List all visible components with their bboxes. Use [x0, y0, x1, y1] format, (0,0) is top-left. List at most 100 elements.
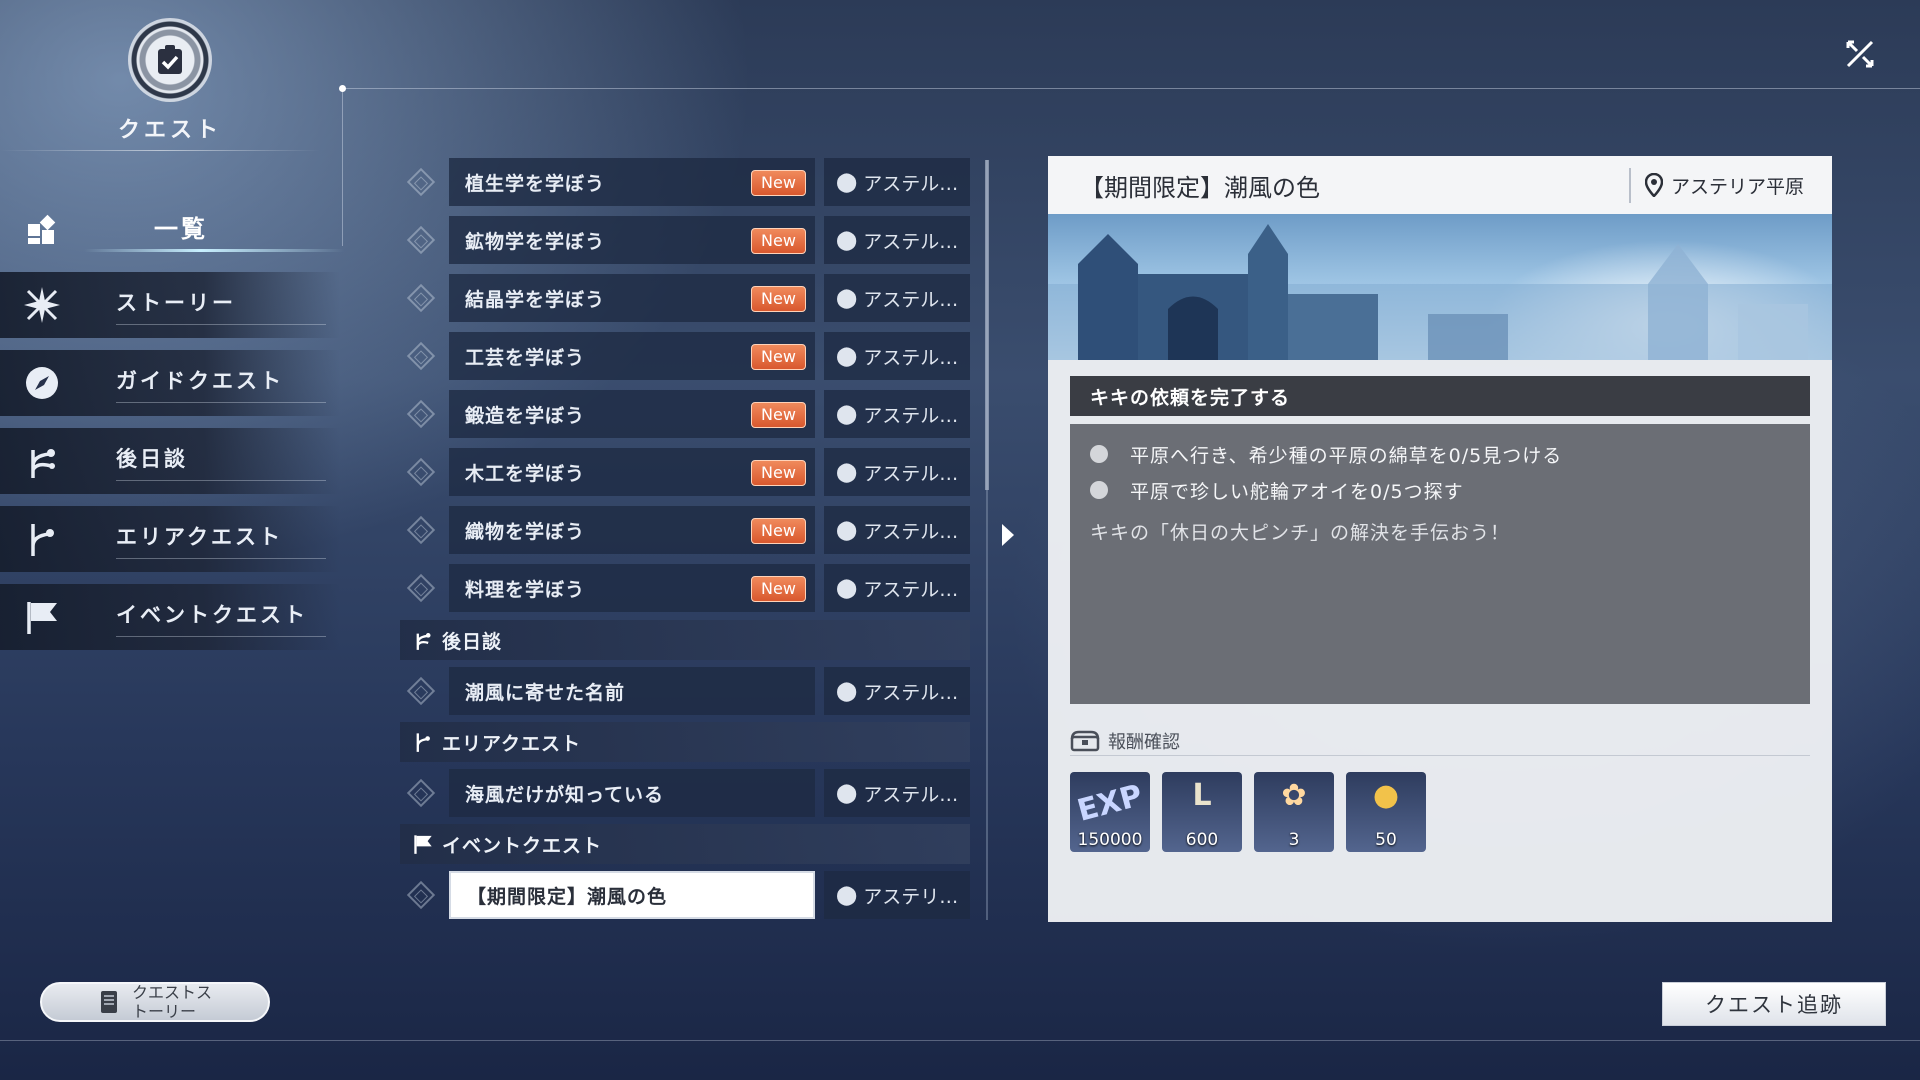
detail-location[interactable]: アステリア平原 — [1628, 167, 1832, 203]
sidebar-item-list[interactable]: 一覧 — [0, 196, 344, 262]
sidebar-item-label: イベントクエスト — [84, 599, 326, 637]
quest-location: アステル… — [863, 404, 959, 427]
close-icon — [1846, 40, 1874, 68]
branch-icon — [0, 442, 84, 480]
location-pin-icon — [1644, 173, 1663, 197]
quest-name: 結晶学を学ぼう — [465, 288, 606, 311]
quest-location: アステル… — [863, 681, 959, 704]
quest-name: 潮風に寄せた名前 — [465, 681, 626, 704]
close-button[interactable] — [1840, 34, 1880, 74]
location-pin-icon: ⬤ — [836, 229, 858, 251]
quest-marker-icon — [406, 573, 436, 603]
sidebar-item-story[interactable]: ストーリー — [0, 272, 340, 338]
frame-dot — [339, 85, 346, 92]
quest-marker-icon — [406, 225, 436, 255]
quest-location: アステリ… — [863, 885, 959, 908]
reward-item-gift[interactable]: ✿ 3 — [1254, 772, 1334, 852]
quest-track-button[interactable]: クエスト追跡 — [1662, 982, 1886, 1026]
reward-item-gold[interactable]: ● 50 — [1346, 772, 1426, 852]
quest-row[interactable]: 鉱物学を学ぼう New ⬤ アステル… — [403, 216, 970, 264]
exp-icon: EXP — [1073, 778, 1147, 829]
quest-row[interactable]: 結晶学を学ぼう New ⬤ アステル… — [403, 274, 970, 322]
coin-l-icon: L — [1192, 778, 1212, 813]
quest-row[interactable]: 海風だけが知っている ⬤ アステル… — [403, 769, 970, 817]
quest-row[interactable]: 工芸を学ぼう New ⬤ アステル… — [403, 332, 970, 380]
quest-row[interactable]: 織物を学ぼう New ⬤ アステル… — [403, 506, 970, 554]
treasure-chest-icon — [1070, 730, 1100, 751]
location-pin-icon: ⬤ — [836, 287, 858, 309]
location-pin-icon: ⬤ — [836, 680, 858, 702]
new-badge: New — [751, 402, 806, 428]
quest-emblem-icon — [128, 18, 212, 102]
quest-name: 工芸を学ぼう — [465, 346, 586, 369]
branch-flag-icon — [0, 520, 84, 558]
sidebar-item-label: 一覧 — [84, 209, 344, 252]
quest-row[interactable]: 料理を学ぼう New ⬤ アステル… — [403, 564, 970, 612]
expand-arrow-button[interactable] — [1000, 522, 1016, 552]
frame-line — [343, 88, 1920, 89]
scrollbar-thumb[interactable] — [985, 160, 989, 490]
frame-line-vertical — [342, 88, 343, 246]
quest-location: アステル… — [863, 230, 959, 253]
location-pin-icon: ⬤ — [836, 519, 858, 541]
gift-items-icon: ✿ — [1281, 778, 1307, 813]
new-badge: New — [751, 344, 806, 370]
new-badge: New — [751, 286, 806, 312]
quest-location: アステル… — [863, 578, 959, 601]
page-title: クエスト — [117, 118, 222, 143]
quest-marker-icon — [406, 880, 436, 910]
quest-row[interactable]: 植生学を学ぼう New ⬤ アステル… — [403, 158, 970, 206]
quest-row[interactable]: 潮風に寄せた名前 ⬤ アステル… — [403, 667, 970, 715]
quest-marker-icon — [406, 341, 436, 371]
rewards-header: 報酬確認 — [1070, 726, 1810, 756]
quest-name: 織物を学ぼう — [465, 520, 586, 543]
quest-name: 鍛造を学ぼう — [465, 404, 586, 427]
reward-item-exp[interactable]: EXP 150000 — [1070, 772, 1150, 852]
detail-header: 【期間限定】潮風の色 アステリア平原 — [1048, 156, 1832, 214]
category-epilogue: 後日談 — [400, 620, 970, 660]
quest-row-selected[interactable]: 【期間限定】潮風の色 ⬤ アステリ… — [403, 871, 970, 919]
new-badge: New — [751, 576, 806, 602]
reward-quantity: 150000 — [1077, 830, 1143, 850]
starburst-icon — [0, 285, 84, 325]
quest-marker-icon — [406, 515, 436, 545]
objective-item: 平原で珍しい舵輪アオイを0/5つ探す — [1090, 472, 1790, 508]
quest-name: 木工を学ぼう — [465, 462, 586, 485]
detail-location-label: アステリア平原 — [1670, 175, 1804, 198]
quest-story-button[interactable]: クエストス トーリー — [40, 982, 270, 1022]
quest-row[interactable]: 鍛造を学ぼう New ⬤ アステル… — [403, 390, 970, 438]
category-event-quest: イベントクエスト — [400, 824, 970, 864]
quest-row[interactable]: 木工を学ぼう New ⬤ アステル… — [403, 448, 970, 496]
sidebar-item-event-quest[interactable]: イベントクエスト — [0, 584, 340, 650]
sidebar-item-area-quest[interactable]: エリアクエスト — [0, 506, 340, 572]
quest-location: アステル… — [863, 520, 959, 543]
quest-name: 鉱物学を学ぼう — [465, 230, 606, 253]
sidebar-item-epilogue[interactable]: 後日談 — [0, 428, 340, 494]
new-badge: New — [751, 460, 806, 486]
reward-item-coin[interactable]: L 600 — [1162, 772, 1242, 852]
reward-quantity: 3 — [1288, 830, 1300, 850]
objective-item: 平原へ行き、希少種の平原の綿草を0/5見つける — [1090, 436, 1790, 472]
quest-marker-icon — [406, 457, 436, 487]
quest-name: 海風だけが知っている — [465, 783, 665, 806]
reward-quantity: 600 — [1185, 830, 1219, 850]
location-pin-icon: ⬤ — [836, 345, 858, 367]
new-badge: New — [751, 518, 806, 544]
new-badge: New — [751, 228, 806, 254]
category-area-quest: エリアクエスト — [400, 722, 970, 762]
reward-quantity: 50 — [1375, 830, 1397, 850]
quest-name: 【期間限定】潮風の色 — [467, 885, 668, 908]
sidebar-item-guide-quest[interactable]: ガイドクエスト — [0, 350, 340, 416]
objective-status-icon — [1090, 481, 1108, 499]
sidebar-item-label: 後日談 — [84, 443, 326, 481]
objective-header: キキの依頼を完了する — [1070, 376, 1810, 416]
quest-story-label: クエストス トーリー — [131, 983, 212, 1021]
location-pin-icon: ⬤ — [836, 577, 858, 599]
flag-icon — [412, 833, 434, 855]
objective-body: 平原へ行き、希少種の平原の綿草を0/5見つける 平原で珍しい舵輪アオイを0/5つ… — [1070, 424, 1810, 704]
quest-marker-icon — [406, 167, 436, 197]
quest-header: クエスト — [95, 18, 245, 144]
quest-marker-icon — [406, 778, 436, 808]
location-pin-icon: ⬤ — [836, 403, 858, 425]
category-label: イベントクエスト — [442, 834, 603, 857]
